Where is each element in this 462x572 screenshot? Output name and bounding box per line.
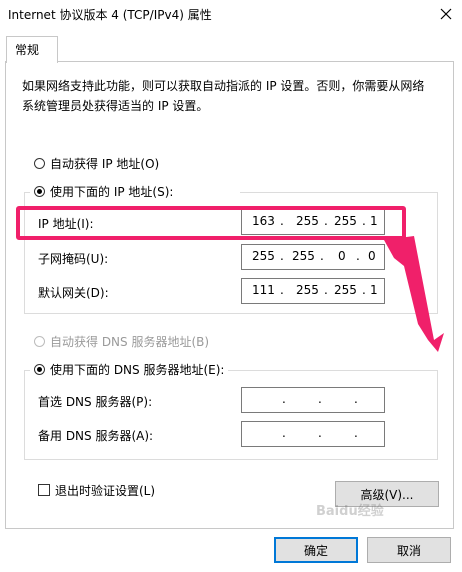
annotation-arrow-icon xyxy=(384,236,444,352)
watermark-logo: Baidu经验 xyxy=(316,504,384,519)
tab-general-label: 常规 xyxy=(15,43,40,57)
tab-general[interactable]: 常规 xyxy=(6,36,58,63)
